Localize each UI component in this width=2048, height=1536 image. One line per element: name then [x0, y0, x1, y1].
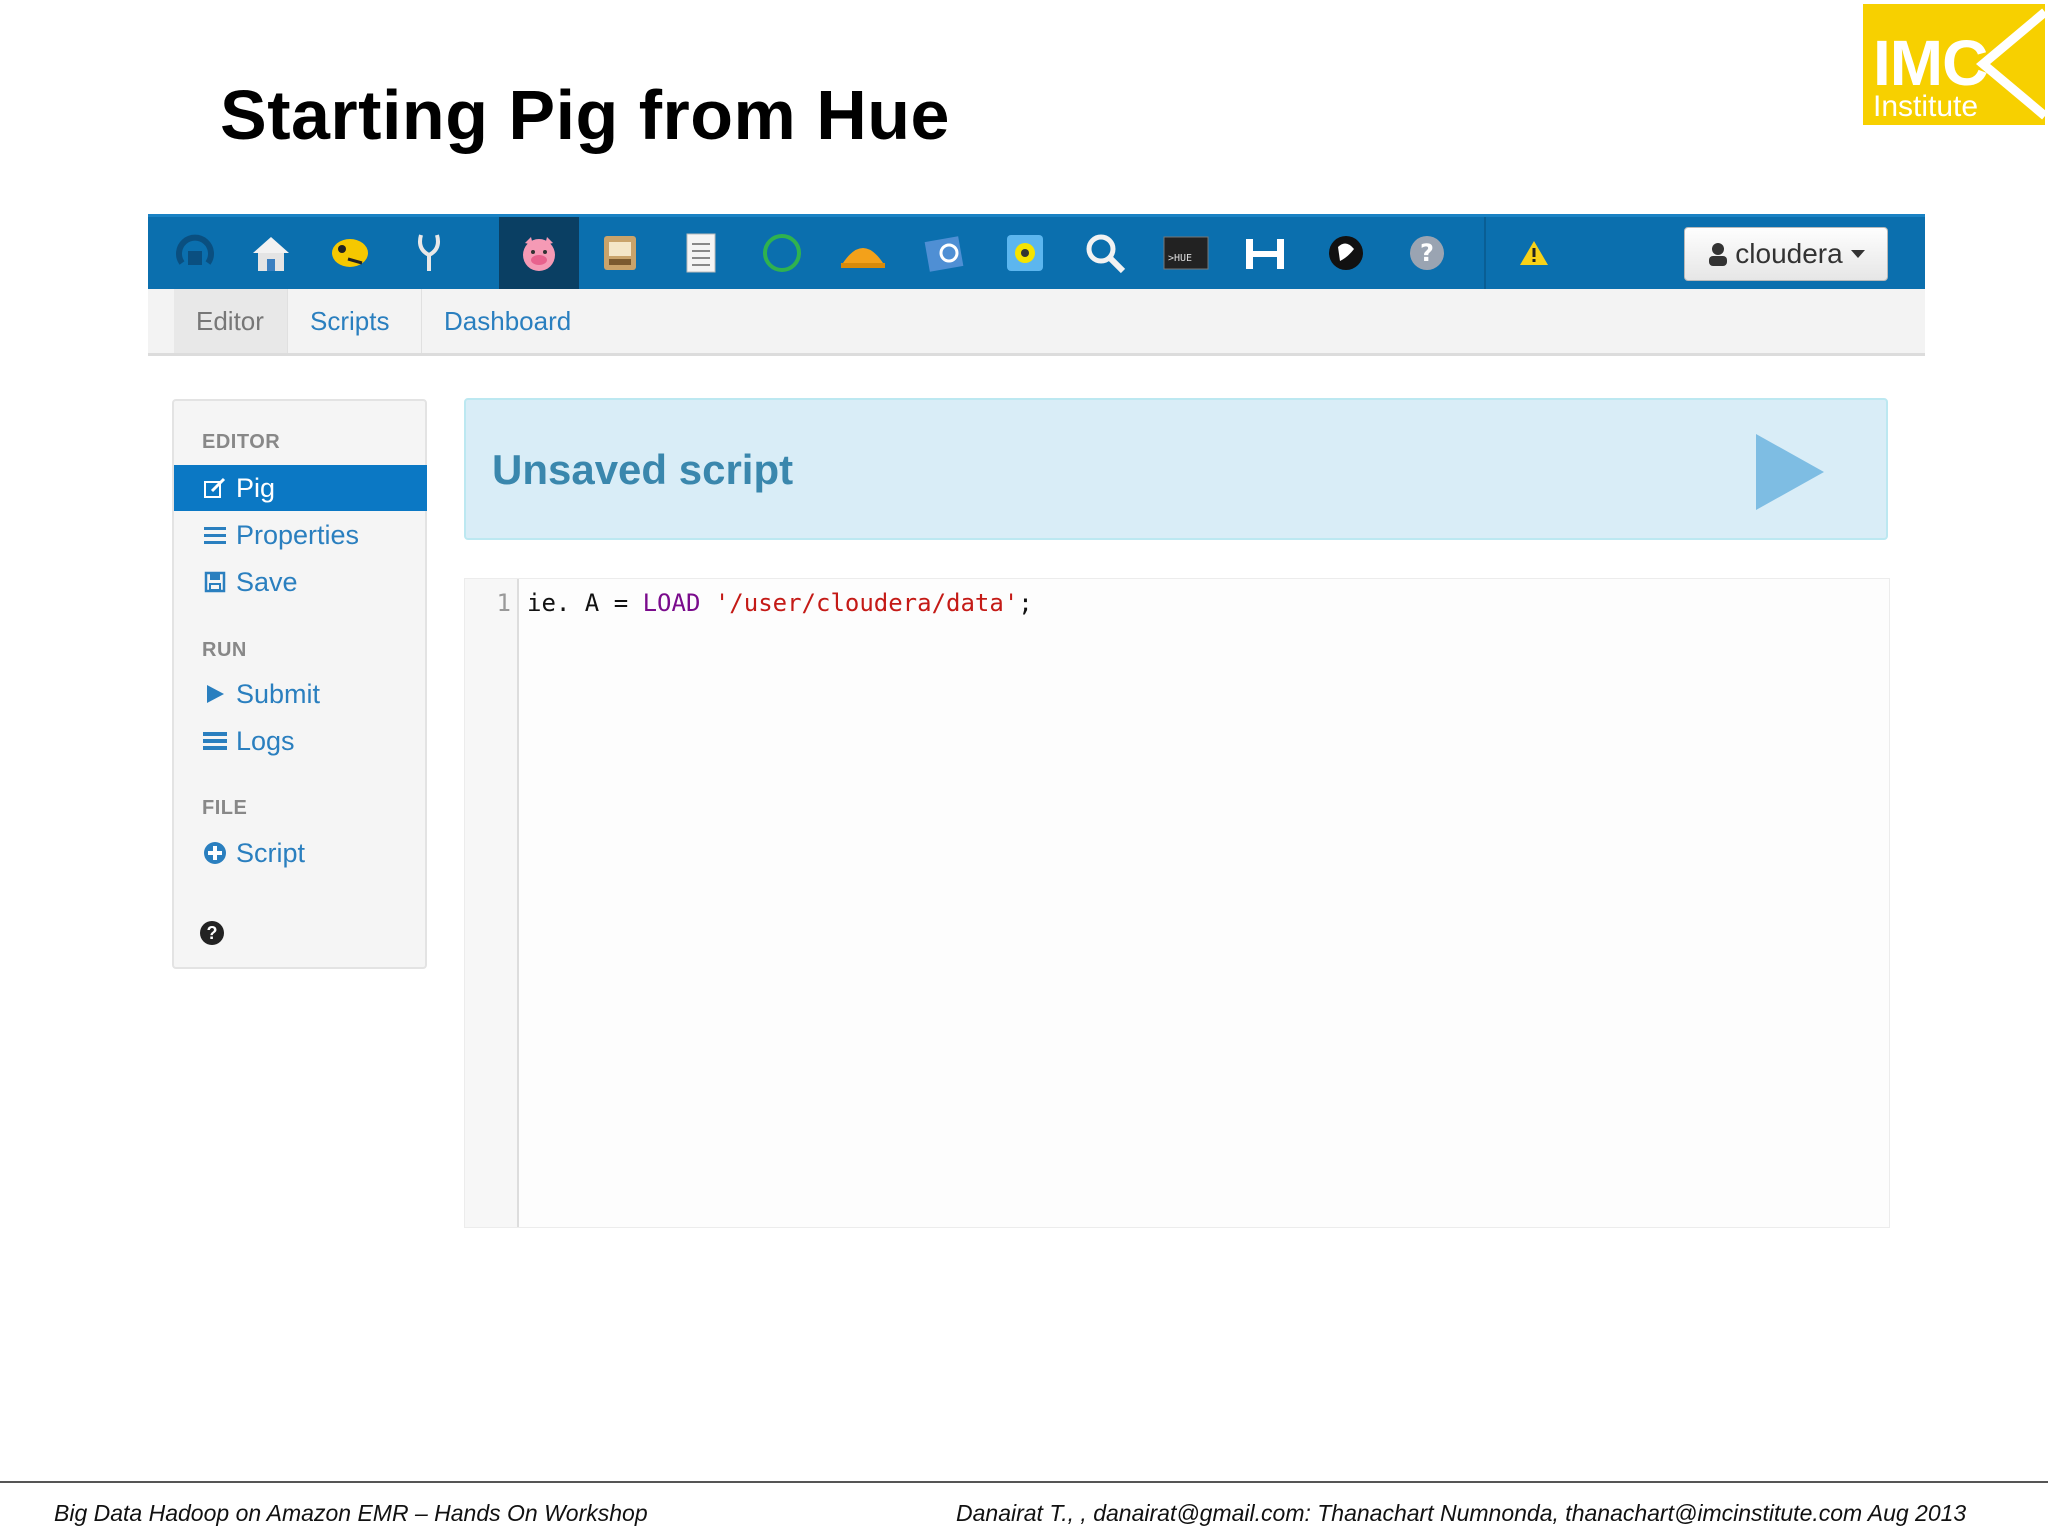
- pig-subnav: Editor Scripts Dashboard: [148, 289, 1925, 356]
- code-editor[interactable]: 1 ie. A = LOAD '/user/cloudera/data';: [464, 578, 1890, 1228]
- hive-icon[interactable]: [321, 227, 379, 279]
- sidebar-item-pig[interactable]: Pig: [174, 465, 427, 511]
- code-suffix: ;: [1018, 589, 1033, 617]
- plus-circle-icon: [200, 841, 230, 865]
- run-script-button[interactable]: [1756, 434, 1824, 510]
- sidebar-item-label: Properties: [236, 519, 360, 550]
- svg-text:?: ?: [1420, 239, 1434, 267]
- hbase-icon[interactable]: [996, 227, 1054, 279]
- hue-icon[interactable]: [1236, 227, 1294, 279]
- line-number: 1: [496, 589, 511, 617]
- sidebar-item-properties[interactable]: Properties: [174, 512, 427, 558]
- pig-icon[interactable]: [499, 217, 579, 289]
- hue-navbar: >HUE ? cloudera: [148, 214, 1925, 289]
- editor-gutter: 1: [465, 579, 519, 1227]
- sidebar-item-script[interactable]: Script: [174, 830, 427, 876]
- sidebar-item-label: Script: [236, 837, 306, 868]
- oozie-icon[interactable]: [753, 227, 811, 279]
- file-browser-2-icon[interactable]: [916, 227, 974, 279]
- user-icon: [1709, 243, 1728, 266]
- sidebar-item-save[interactable]: Save: [174, 559, 427, 605]
- code-line[interactable]: ie. A = LOAD '/user/cloudera/data';: [527, 589, 1033, 617]
- footer-workshop-title: Big Data Hadoop on Amazon EMR – Hands On…: [54, 1500, 648, 1526]
- tab-dashboard[interactable]: Dashboard: [422, 289, 586, 353]
- logs-icon: [200, 730, 230, 752]
- footer-divider: [0, 1481, 2048, 1483]
- sidebar-item-label: Pig: [236, 472, 276, 503]
- user-name: cloudera: [1735, 238, 1843, 269]
- user-menu-button[interactable]: cloudera: [1684, 227, 1888, 281]
- help-icon[interactable]: ?: [1398, 227, 1456, 279]
- chevron-down-icon: [1850, 250, 1865, 258]
- edit-icon: [200, 477, 230, 499]
- sidebar-item-label: Submit: [236, 678, 321, 709]
- code-text: ie. A =: [527, 589, 643, 617]
- imc-institute-logo: IMC Institute: [1863, 4, 2045, 125]
- sidebar-item-logs[interactable]: Logs: [174, 718, 427, 764]
- shell-icon[interactable]: >HUE: [1157, 227, 1215, 279]
- play-icon: [200, 683, 230, 705]
- question-circle-icon[interactable]: ?: [200, 921, 224, 945]
- sidebar-header-editor: EDITOR: [202, 431, 281, 453]
- tab-editor[interactable]: Editor: [174, 289, 288, 353]
- save-icon: [200, 571, 230, 593]
- sidebar-header-file: FILE: [202, 797, 248, 819]
- sidebar-item-label: Logs: [236, 725, 295, 756]
- metastore-icon[interactable]: [672, 227, 730, 279]
- list-icon: [200, 525, 230, 545]
- sidebar-item-label: Save: [236, 566, 298, 597]
- hue-logo-icon[interactable]: [166, 227, 224, 279]
- home-icon[interactable]: [242, 227, 300, 279]
- search-icon[interactable]: [1076, 227, 1134, 279]
- editor-sidebar: EDITOR Pig Properties Save RUN Submit Lo…: [172, 399, 427, 969]
- svg-text:>HUE: >HUE: [1168, 253, 1192, 264]
- tab-scripts[interactable]: Scripts: [288, 289, 422, 353]
- sidebar-header-run: RUN: [202, 639, 247, 661]
- file-browser-icon[interactable]: [591, 227, 649, 279]
- code-string: '/user/cloudera/data': [714, 589, 1019, 617]
- job-designer-icon[interactable]: [834, 227, 892, 279]
- sqoop-icon[interactable]: [1317, 227, 1375, 279]
- script-title: Unsaved script: [492, 446, 794, 493]
- sidebar-item-submit[interactable]: Submit: [174, 671, 427, 717]
- warning-icon[interactable]: [1505, 227, 1563, 279]
- script-title-banner: Unsaved script: [464, 398, 1888, 540]
- footer-authors: Danairat T., , danairat@gmail.com: Thana…: [956, 1500, 1967, 1526]
- nav-divider: [1484, 217, 1486, 289]
- code-keyword: LOAD: [642, 589, 701, 617]
- impala-icon[interactable]: [400, 227, 458, 279]
- logo-institute: Institute: [1873, 90, 1979, 123]
- slide-title: Starting Pig from Hue: [220, 76, 950, 154]
- logo-imc: IMC: [1873, 27, 1988, 99]
